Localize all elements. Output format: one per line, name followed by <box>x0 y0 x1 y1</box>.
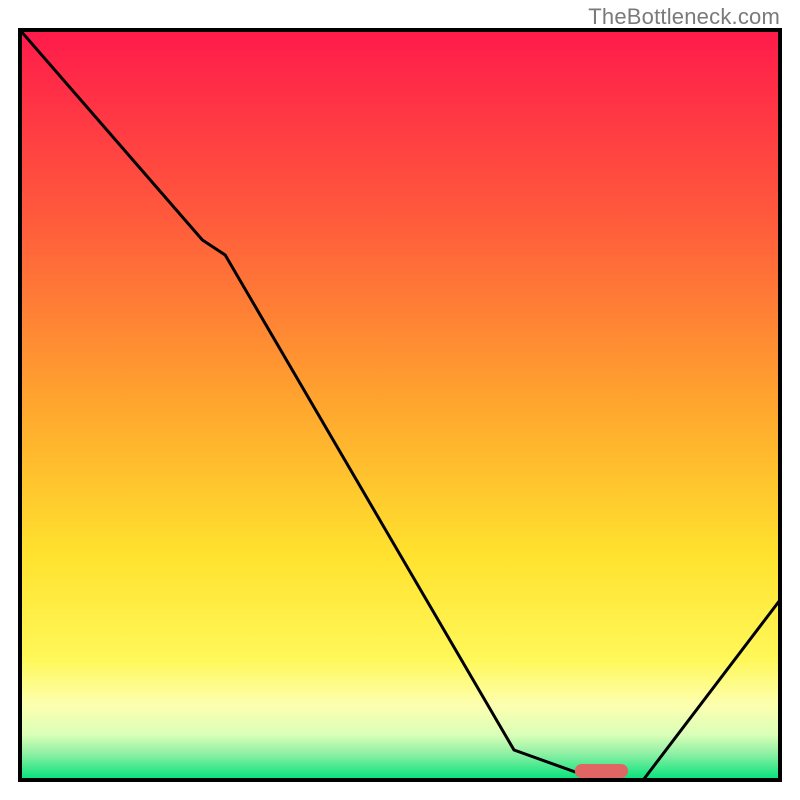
chart-container: TheBottleneck.com <box>0 0 800 800</box>
bottleneck-chart <box>0 0 800 800</box>
optimum-marker <box>575 764 628 778</box>
watermark-text: TheBottleneck.com <box>588 4 780 30</box>
chart-gradient-bg <box>20 30 780 780</box>
